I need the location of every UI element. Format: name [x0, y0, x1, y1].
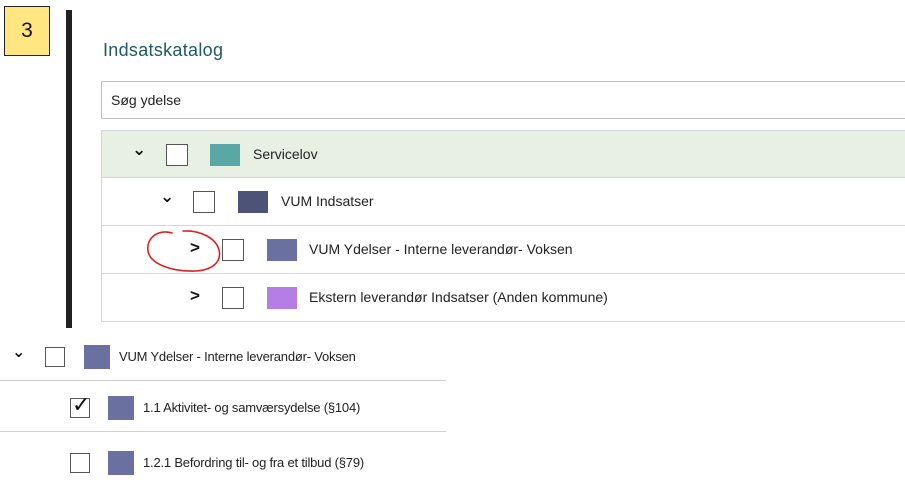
chevron-down-icon[interactable]: ⌄: [12, 345, 25, 361]
color-swatch: [267, 287, 297, 309]
tree-row-ekstern-leverandor[interactable]: > Ekstern leverandør Indsatser (Anden ko…: [101, 274, 905, 322]
chevron-right-icon[interactable]: >: [190, 287, 200, 304]
tree-row-label: 1.1 Aktivitet- og samværsydelse (§104): [143, 400, 361, 415]
tree-row-label: VUM Ydelser - Interne leverandør- Voksen: [119, 349, 356, 364]
tree-row-label: VUM Indsatser: [281, 193, 374, 209]
tree-row-servicelov[interactable]: ⌄ Servicelov: [101, 130, 905, 178]
tree-checkbox[interactable]: [222, 287, 244, 309]
tree-row-vum-ydelser[interactable]: > VUM Ydelser - Interne leverandør- Voks…: [101, 226, 905, 274]
color-swatch: [108, 451, 134, 475]
tree-checkbox[interactable]: [193, 191, 215, 213]
tree-checkbox[interactable]: [70, 453, 90, 473]
tree-checkbox[interactable]: [166, 144, 188, 166]
search-input[interactable]: [101, 81, 905, 119]
color-swatch: [210, 144, 240, 166]
lower-tree-row-aktivitet[interactable]: ✓ 1.1 Aktivitet- og samværsydelse (§104): [0, 384, 446, 432]
color-swatch: [84, 345, 110, 369]
checkmark-icon: ✓: [72, 392, 91, 417]
tree-checkbox[interactable]: [222, 239, 244, 261]
step-number-badge: 3: [4, 6, 50, 56]
tree-row-vum-indsatser[interactable]: ⌄ VUM Indsatser: [101, 178, 905, 226]
color-swatch: [108, 396, 134, 420]
tree-checkbox-checked[interactable]: ✓: [70, 394, 90, 418]
lower-tree-row-befordring[interactable]: 1.2.1 Befordring til- og fra et tilbud (…: [0, 435, 446, 483]
catalog-title: Indsatskatalog: [103, 40, 224, 60]
chevron-down-icon[interactable]: ⌄: [132, 141, 146, 158]
tree-checkbox[interactable]: [45, 347, 65, 367]
chevron-right-icon[interactable]: >: [190, 239, 200, 256]
tree-row-label: VUM Ydelser - Interne leverandør- Voksen: [309, 241, 573, 257]
color-swatch: [238, 191, 268, 213]
tree-row-label: 1.2.1 Befordring til- og fra et tilbud (…: [143, 455, 364, 470]
tree-row-label: Ekstern leverandør Indsatser (Anden komm…: [309, 289, 608, 305]
section-divider-bar: [66, 10, 72, 328]
lower-tree-row-vum-ydelser[interactable]: ⌄ VUM Ydelser - Interne leverandør- Voks…: [0, 333, 446, 381]
chevron-down-icon[interactable]: ⌄: [160, 188, 174, 205]
tree-row-label: Servicelov: [253, 146, 318, 162]
color-swatch: [267, 239, 297, 261]
